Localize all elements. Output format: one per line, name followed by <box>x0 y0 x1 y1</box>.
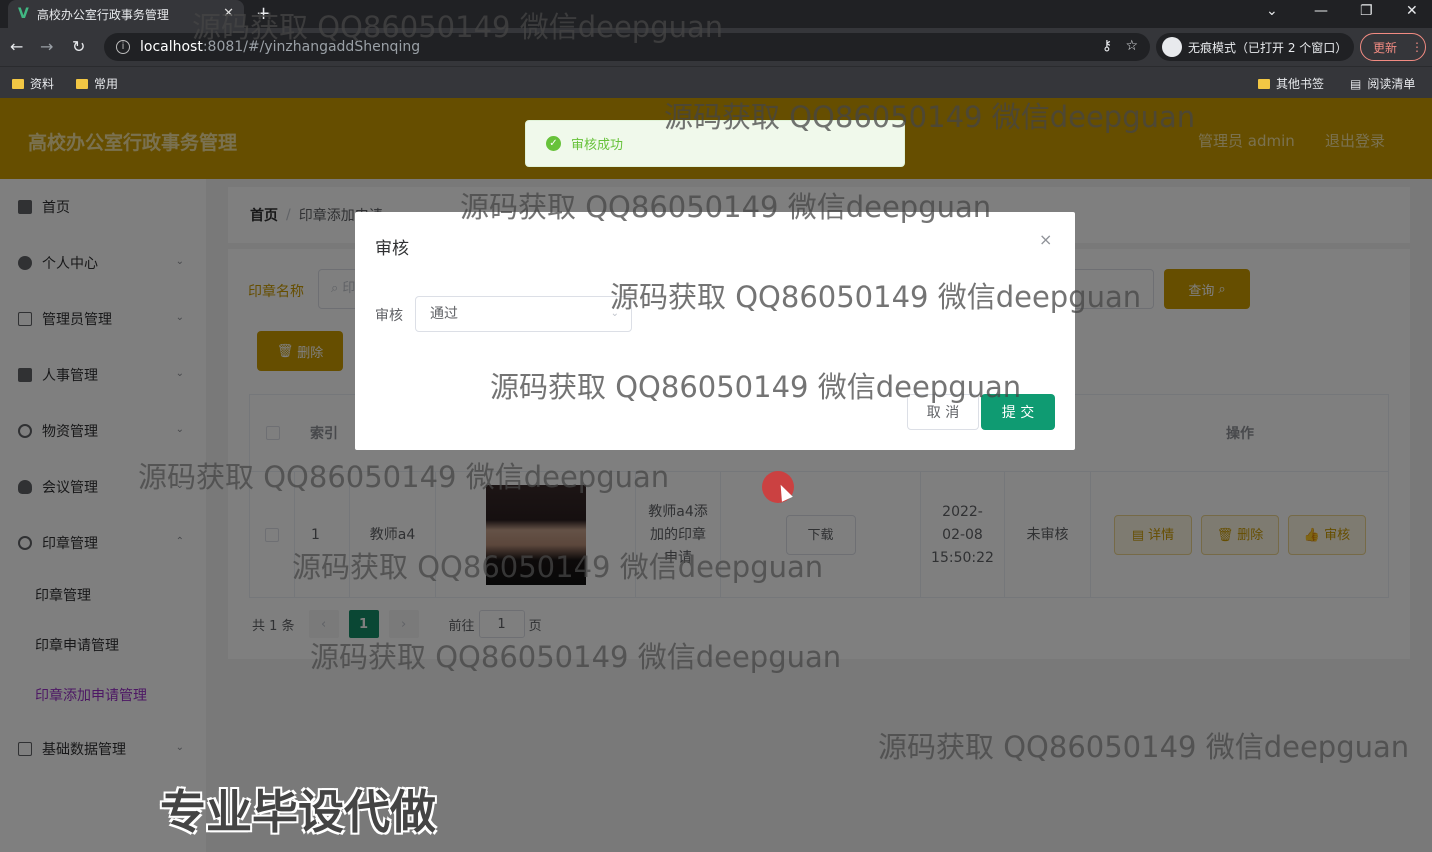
dialog-close-icon[interactable]: × <box>1039 230 1052 249</box>
reload-icon[interactable]: ↻ <box>72 37 85 56</box>
watermark: 源码获取 QQ86050149 微信deepguan <box>664 100 1196 134</box>
watermark: 源码获取 QQ86050149 微信deepguan <box>310 640 842 674</box>
bookmark-star-icon[interactable]: ⚷ ☆ <box>1102 38 1138 54</box>
watermark: 源码获取 QQ86050149 微信deepguan <box>192 10 724 44</box>
site-info-icon[interactable]: i <box>116 40 130 54</box>
incognito-indicator[interactable]: 无痕模式（已打开 2 个窗口） <box>1156 33 1354 61</box>
review-dialog: 审核 × 审核 通过 ⌄ 取 消 提 交 <box>355 212 1075 450</box>
review-field-label: 审核 <box>375 308 403 324</box>
watermark: 源码获取 QQ86050149 微信deepguan <box>490 370 1022 404</box>
tab-title: 高校办公室行政事务管理 <box>36 7 169 22</box>
update-button[interactable]: 更新 ⋮ <box>1360 33 1426 61</box>
bookmark-folder-2[interactable]: 常用 <box>76 75 118 92</box>
folder-icon <box>1258 78 1270 89</box>
review-result-select[interactable]: 通过 ⌄ <box>415 296 632 332</box>
folder-icon <box>76 78 88 89</box>
promo-banner-text: 专业毕设代做 <box>160 785 436 839</box>
reading-list-icon: ▤ <box>1350 76 1362 91</box>
watermark: 源码获取 QQ86050149 微信deepguan <box>138 460 670 494</box>
watermark: 源码获取 QQ86050149 微信deepguan <box>460 190 992 224</box>
reading-list-label: 阅读清单 <box>1367 77 1416 91</box>
update-label: 更新 <box>1373 40 1398 55</box>
other-bookmarks[interactable]: 其他书签 <box>1258 75 1324 92</box>
restore-icon[interactable]: ❐ <box>1360 3 1373 19</box>
bookmark-label: 资料 <box>30 77 55 91</box>
folder-icon <box>12 78 24 89</box>
other-bookmarks-label: 其他书签 <box>1276 77 1325 91</box>
toast-message: 审核成功 <box>571 138 624 153</box>
forward-icon[interactable]: → <box>40 37 53 56</box>
minimize-icon[interactable]: — <box>1314 3 1328 19</box>
watermark: 源码获取 QQ86050149 微信deepguan <box>292 550 824 584</box>
incognito-icon <box>1162 37 1182 57</box>
tab-search-icon[interactable]: ⌄ <box>1266 3 1278 19</box>
watermark: 源码获取 QQ86050149 微信deepguan <box>878 730 1410 764</box>
check-circle-icon: ✓ <box>546 136 561 151</box>
watermark: 源码获取 QQ86050149 微信deepguan <box>610 280 1142 314</box>
more-icon: ⋮ <box>1411 40 1424 54</box>
bookmark-label: 常用 <box>94 77 119 91</box>
window-close-icon[interactable]: ✕ <box>1406 3 1418 19</box>
incognito-label: 无痕模式（已打开 2 个窗口） <box>1188 40 1348 55</box>
vue-logo-icon: V <box>18 6 29 22</box>
review-result-value: 通过 <box>430 306 458 322</box>
back-icon[interactable]: ← <box>10 37 23 56</box>
bookmark-folder-1[interactable]: 资料 <box>12 75 54 92</box>
dialog-title: 审核 <box>375 239 409 259</box>
reading-list[interactable]: ▤ 阅读清单 <box>1350 75 1415 92</box>
